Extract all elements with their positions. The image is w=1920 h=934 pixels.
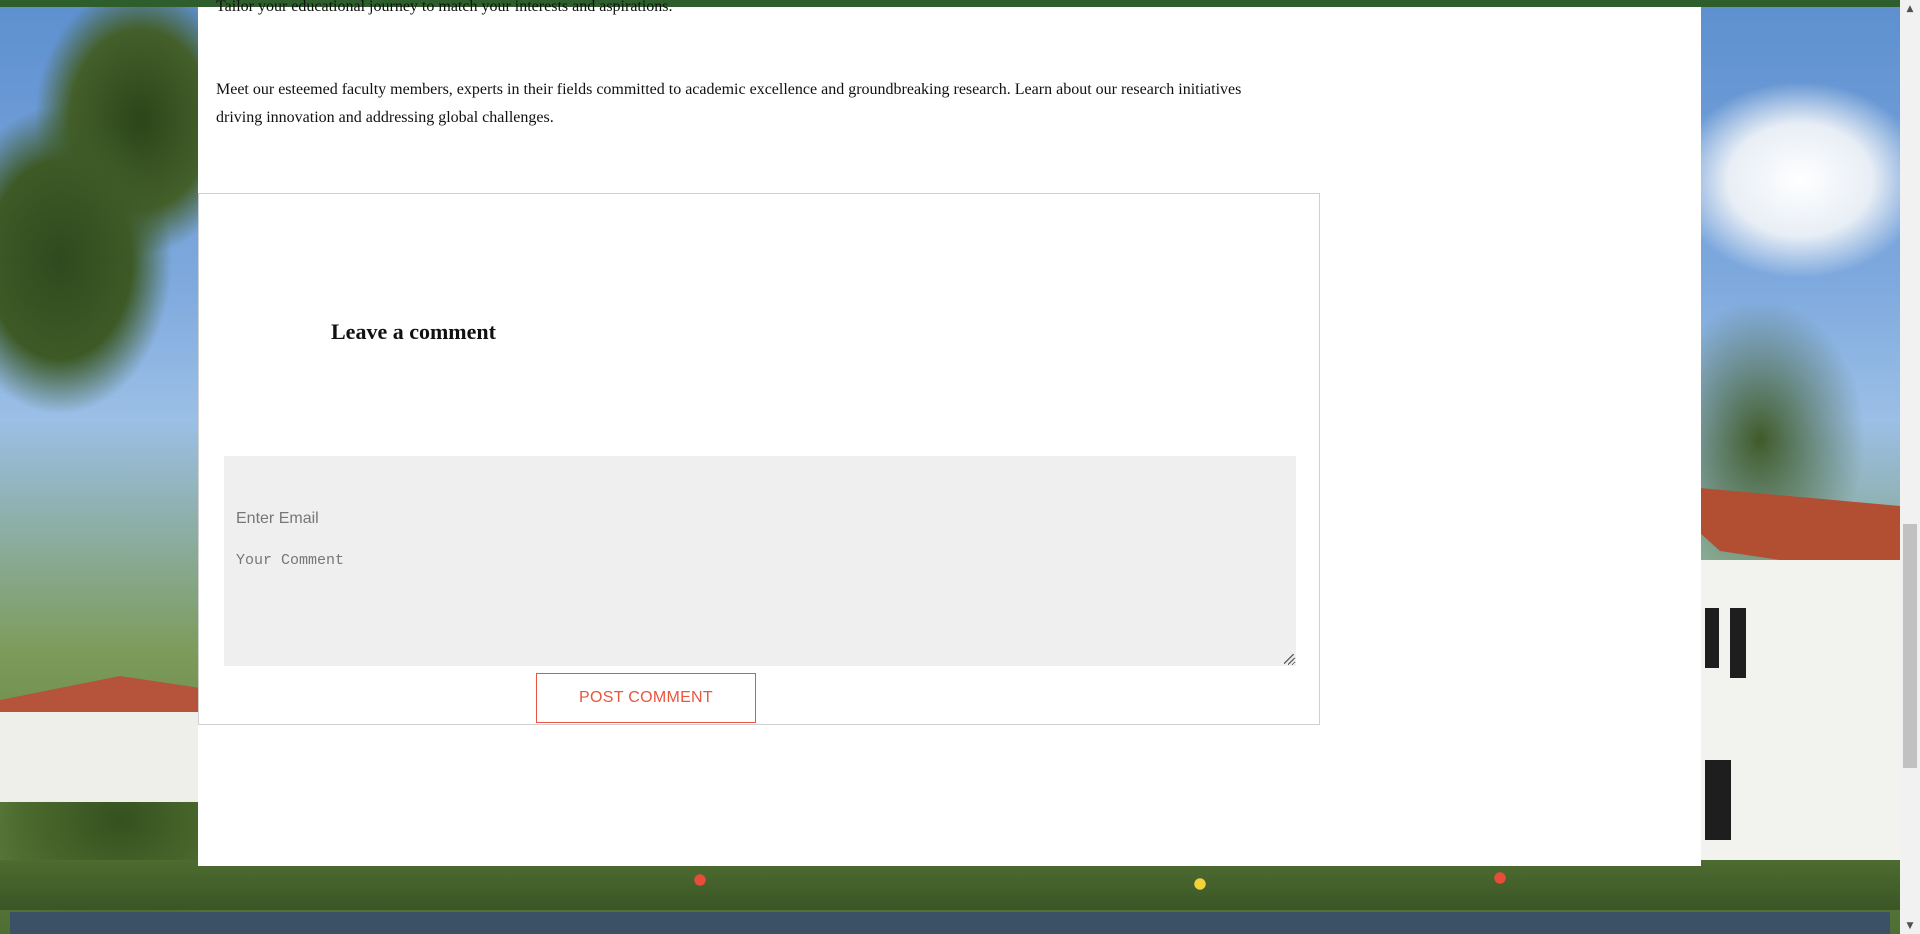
post-comment-button[interactable]: POST COMMENT	[536, 673, 756, 723]
background-flower-bed	[0, 860, 1900, 910]
resize-handle-icon[interactable]	[1284, 654, 1294, 664]
comment-section: Leave a comment POST COMMENT	[198, 193, 1320, 725]
page-viewport: Tailor your educational journey to match…	[0, 0, 1920, 934]
email-field[interactable]	[224, 504, 848, 534]
partial-top-paragraph: Tailor your educational journey to match…	[216, 0, 673, 15]
vertical-scrollbar[interactable]: ▲ ▼	[1900, 0, 1920, 934]
faculty-paragraph: Meet our esteemed faculty members, exper…	[216, 81, 1242, 126]
background-building-left	[0, 712, 198, 802]
bottom-footer-bar	[10, 912, 1890, 934]
scrollbar-thumb[interactable]	[1903, 524, 1917, 768]
comment-heading: Leave a comment	[331, 319, 496, 344]
background-window	[1705, 608, 1719, 668]
article-content-panel: Tailor your educational journey to match…	[198, 0, 1701, 866]
scroll-up-arrow-icon[interactable]: ▲	[1900, 0, 1920, 17]
scroll-down-arrow-icon[interactable]: ▼	[1900, 917, 1920, 934]
comment-form	[224, 456, 1296, 666]
background-window	[1705, 760, 1731, 840]
background-building-right	[1700, 560, 1900, 870]
comment-textarea[interactable]	[224, 552, 1296, 666]
background-window	[1730, 608, 1746, 678]
